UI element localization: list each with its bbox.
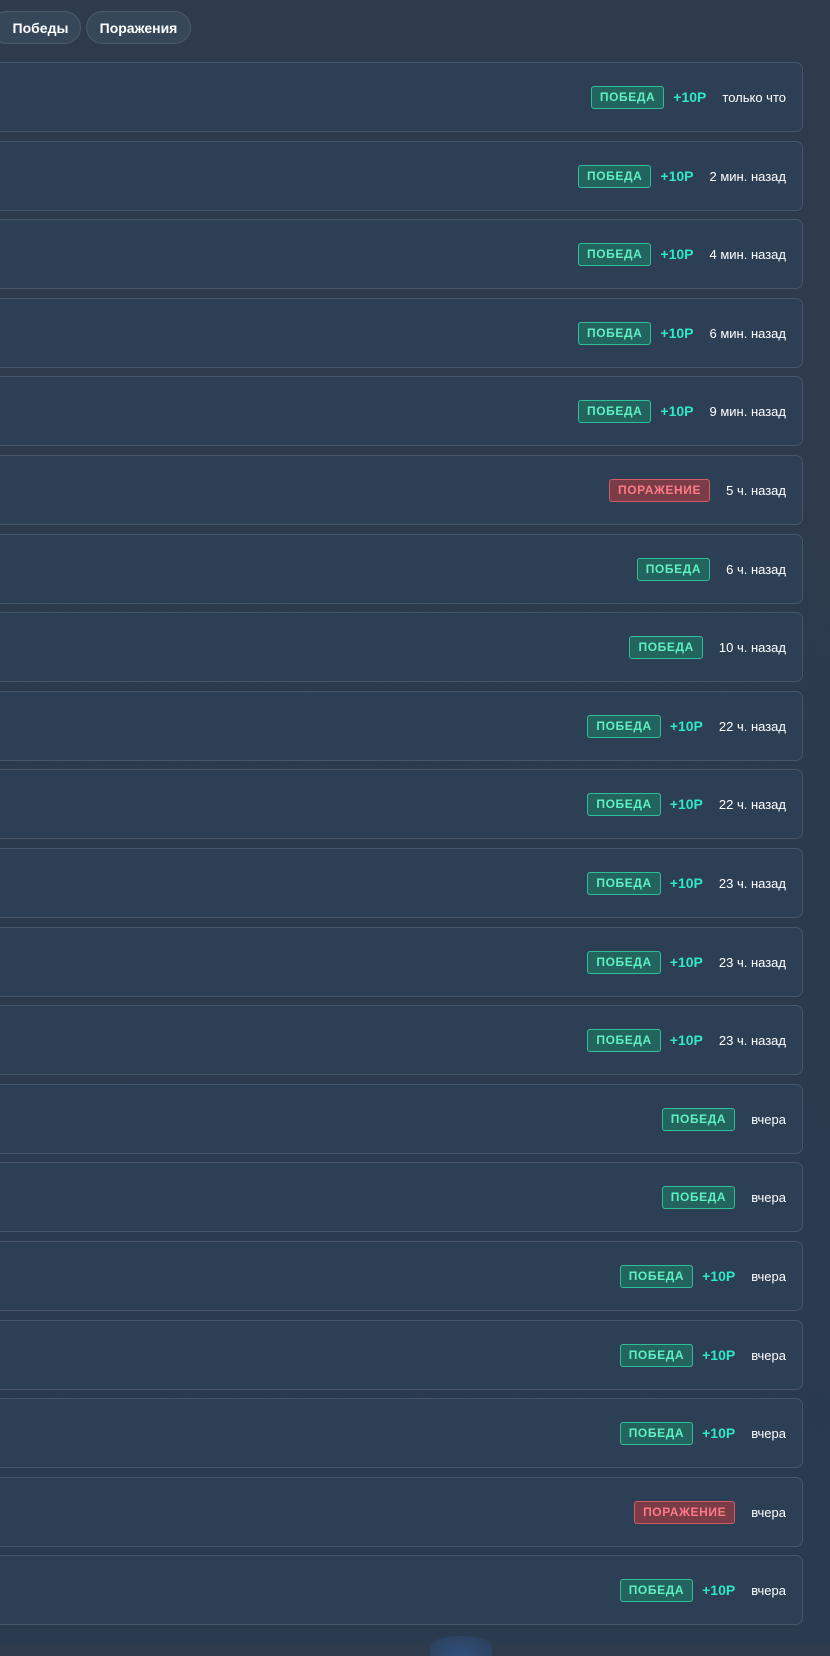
result-badge-win: ПОБЕДА <box>587 950 661 974</box>
result-badge-win: ПОБЕДА <box>661 1185 736 1209</box>
reward-amount: +10Р <box>669 796 703 812</box>
timestamp: вчера <box>751 1504 786 1520</box>
reward-amount: +10Р <box>702 1347 736 1363</box>
history-row[interactable]: ПОБЕДА вчера <box>0 1084 803 1154</box>
result-badge-win: ПОБЕДА <box>587 714 661 738</box>
result-badge-win: ПОБЕДА <box>590 85 665 109</box>
timestamp: 22 ч. назад <box>718 796 786 812</box>
load-more-indicator[interactable] <box>430 1636 492 1656</box>
row-meta: ПОБЕДА +10Р 22 ч. назад <box>587 770 786 838</box>
timestamp: вчера <box>751 1425 786 1441</box>
history-row[interactable]: ПОБЕДА +10Р только что <box>0 62 803 132</box>
reward-amount: +10Р <box>702 1268 736 1284</box>
row-meta: ПОБЕДА +10Р вчера <box>619 1242 786 1310</box>
history-row[interactable]: ПОБЕДА 6 ч. назад <box>0 534 803 604</box>
timestamp: вчера <box>751 1189 786 1205</box>
row-meta: ПОБЕДА 10 ч. назад <box>629 613 786 681</box>
timestamp: 23 ч. назад <box>718 875 786 891</box>
history-row[interactable]: ПОБЕДА +10Р 6 мин. назад <box>0 298 803 368</box>
timestamp: только что <box>722 89 786 105</box>
row-meta: ПОБЕДА +10Р 22 ч. назад <box>587 692 786 760</box>
history-row[interactable]: ПОБЕДА +10Р 22 ч. назад <box>0 769 803 839</box>
row-meta: ПОБЕДА вчера <box>661 1085 786 1153</box>
history-row[interactable]: ПОБЕДА +10Р 4 мин. назад <box>0 219 803 289</box>
history-row[interactable]: ПОБЕДА +10Р 23 ч. назад <box>0 927 803 997</box>
timestamp: 9 мин. назад <box>709 403 786 419</box>
result-badge-loss: ПОРАЖЕНИЕ <box>634 1500 736 1524</box>
reward-amount: +10Р <box>660 246 694 262</box>
history-row[interactable]: ПОБЕДА +10Р 9 мин. назад <box>0 376 803 446</box>
history-row[interactable]: ПОБЕДА +10Р вчера <box>0 1398 803 1468</box>
row-meta: ПОБЕДА +10Р 4 мин. назад <box>578 220 786 288</box>
result-badge-win: ПОБЕДА <box>587 1028 661 1052</box>
result-badge-win: ПОБЕДА <box>619 1421 694 1445</box>
row-meta: ПОБЕДА +10Р только что <box>590 63 786 131</box>
result-badge-win: ПОБЕДА <box>578 321 652 345</box>
history-row[interactable]: ПОРАЖЕНИЕ 5 ч. назад <box>0 455 803 525</box>
timestamp: 23 ч. назад <box>718 1032 786 1048</box>
history-row[interactable]: ПОРАЖЕНИЕ вчера <box>0 1477 803 1547</box>
row-meta: ПОБЕДА 6 ч. назад <box>636 535 786 603</box>
result-badge-win: ПОБЕДА <box>619 1343 694 1367</box>
result-badge-win: ПОБЕДА <box>587 871 661 895</box>
row-meta: ПОБЕДА +10Р 23 ч. назад <box>587 928 786 996</box>
row-meta: ПОБЕДА +10Р вчера <box>619 1321 786 1389</box>
timestamp: вчера <box>751 1268 786 1284</box>
result-badge-win: ПОБЕДА <box>636 557 711 581</box>
row-meta: ПОБЕДА +10Р 9 мин. назад <box>578 377 786 445</box>
timestamp: вчера <box>751 1111 786 1127</box>
tab-wins[interactable]: Победы <box>0 11 81 44</box>
timestamp: вчера <box>751 1582 786 1598</box>
timestamp: 2 мин. назад <box>709 168 786 184</box>
reward-amount: +10Р <box>669 1032 703 1048</box>
timestamp: 6 ч. назад <box>726 561 786 577</box>
timestamp: 5 ч. назад <box>726 482 786 498</box>
history-row[interactable]: ПОБЕДА 10 ч. назад <box>0 612 803 682</box>
timestamp: 6 мин. назад <box>709 325 786 341</box>
row-meta: ПОБЕДА +10Р 23 ч. назад <box>587 849 786 917</box>
row-meta: ПОБЕДА +10Р 2 мин. назад <box>578 142 786 210</box>
result-badge-win: ПОБЕДА <box>619 1578 694 1602</box>
history-row[interactable]: ПОБЕДА +10Р вчера <box>0 1555 803 1625</box>
history-row[interactable]: ПОБЕДА +10Р 2 мин. назад <box>0 141 803 211</box>
row-meta: ПОБЕДА +10Р 6 мин. назад <box>578 299 786 367</box>
result-badge-loss: ПОРАЖЕНИЕ <box>608 478 711 502</box>
reward-amount: +10Р <box>660 403 694 419</box>
history-row[interactable]: ПОБЕДА +10Р вчера <box>0 1241 803 1311</box>
row-meta: ПОРАЖЕНИЕ вчера <box>634 1478 786 1546</box>
timestamp: 4 мин. назад <box>709 246 786 262</box>
row-meta: ПОБЕДА вчера <box>661 1163 786 1231</box>
result-badge-win: ПОБЕДА <box>661 1107 736 1131</box>
reward-amount: +10Р <box>669 718 703 734</box>
row-meta: ПОБЕДА +10Р вчера <box>619 1556 786 1624</box>
reward-amount: +10Р <box>669 954 703 970</box>
history-row[interactable]: ПОБЕДА +10Р вчера <box>0 1320 803 1390</box>
row-meta: ПОБЕДА +10Р вчера <box>619 1399 786 1467</box>
reward-amount: +10Р <box>702 1582 736 1598</box>
reward-amount: +10Р <box>673 89 707 105</box>
history-row[interactable]: ПОБЕДА вчера <box>0 1162 803 1232</box>
result-badge-win: ПОБЕДА <box>629 635 703 659</box>
result-badge-win: ПОБЕДА <box>578 242 652 266</box>
reward-amount: +10Р <box>660 325 694 341</box>
result-badge-win: ПОБЕДА <box>587 792 661 816</box>
result-badge-win: ПОБЕДА <box>619 1264 694 1288</box>
tab-losses[interactable]: Поражения <box>86 11 191 44</box>
history-row[interactable]: ПОБЕДА +10Р 22 ч. назад <box>0 691 803 761</box>
reward-amount: +10Р <box>660 168 694 184</box>
row-meta: ПОРАЖЕНИЕ 5 ч. назад <box>608 456 786 524</box>
reward-amount: +10Р <box>702 1425 736 1441</box>
history-row[interactable]: ПОБЕДА +10Р 23 ч. назад <box>0 1005 803 1075</box>
timestamp: 23 ч. назад <box>718 954 786 970</box>
timestamp: 22 ч. назад <box>718 718 786 734</box>
reward-amount: +10Р <box>669 875 703 891</box>
result-badge-win: ПОБЕДА <box>578 164 652 188</box>
history-row[interactable]: ПОБЕДА +10Р 23 ч. назад <box>0 848 803 918</box>
result-badge-win: ПОБЕДА <box>578 399 652 423</box>
filter-tabs: Победы Поражения <box>0 11 830 46</box>
timestamp: вчера <box>751 1347 786 1363</box>
timestamp: 10 ч. назад <box>718 639 786 655</box>
row-meta: ПОБЕДА +10Р 23 ч. назад <box>587 1006 786 1074</box>
